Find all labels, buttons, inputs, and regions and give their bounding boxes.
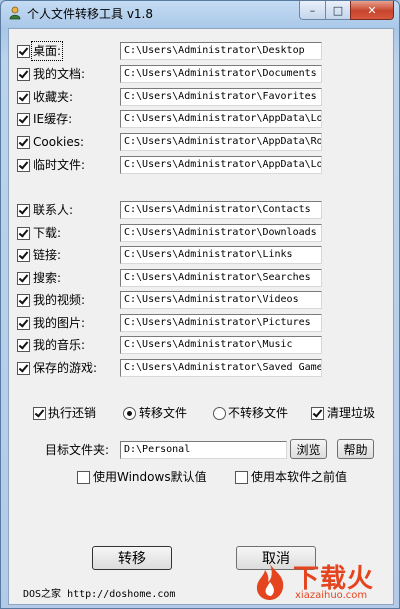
ie-cache-checkbox[interactable] [17,113,30,126]
folder-row-links: 链接: C:\Users\Administrator\Links [17,246,387,265]
window-title: 个人文件转移工具 v1.8 [27,7,154,21]
saved-games-checkbox[interactable] [17,362,30,375]
previous-values-checkbox[interactable] [235,471,248,484]
favorites-label: 收藏夹: [33,90,74,104]
temp-checkbox[interactable] [17,159,30,172]
minimize-button[interactable]: – [299,1,326,20]
desktop-path-input[interactable]: C:\Users\Administrator\Desktop [120,42,322,60]
temp-label: 临时文件: [33,158,86,172]
desktop-label: 桌面: [30,41,64,61]
videos-checkbox[interactable] [17,294,30,307]
target-folder-input[interactable]: D:\Personal [120,441,287,459]
folder-row-cookies: Cookies: C:\Users\Administrator\AppData\… [17,133,387,152]
help-button[interactable]: 帮助 [337,439,374,459]
pictures-path-input[interactable]: C:\Users\Administrator\Pictures [120,314,322,332]
contacts-label: 联系人: [33,203,74,217]
maximize-button[interactable]: □ [325,1,351,20]
watermark-logo: 下载火 xiazaihuo.com [245,558,395,606]
close-icon: ✕ [367,3,377,17]
contacts-checkbox[interactable] [17,204,30,217]
folder-row-searches: 搜索: C:\Users\Administrator\Searches [17,269,387,288]
folder-row-contacts: 联系人: C:\Users\Administrator\Contacts [17,201,387,220]
clean-checkbox[interactable] [311,407,324,420]
windows-default-checkbox[interactable] [77,471,90,484]
music-label: 我的音乐: [33,338,86,352]
folder-row-downloads: 下载: C:\Users\Administrator\Downloads [17,224,387,243]
client-area: 桌面: C:\Users\Administrator\Desktop 我的文档:… [8,28,394,605]
title-bar[interactable]: 个人文件转移工具 v1.8 – □ ✕ [1,1,399,25]
maximize-icon: □ [332,3,344,17]
folder-row-temp: 临时文件: C:\Users\Administrator\AppData\Loc… [17,156,387,175]
cookies-label: Cookies: [33,135,85,149]
folder-row-music: 我的音乐: C:\Users\Administrator\Music [17,336,387,355]
searches-path-input[interactable]: C:\Users\Administrator\Searches [120,269,322,287]
downloads-path-input[interactable]: C:\Users\Administrator\Downloads [120,224,322,242]
options-row: 执行还销 转移文件 不转移文件 清理垃圾 [33,405,383,423]
links-path-input[interactable]: C:\Users\Administrator\Links [120,246,322,264]
documents-label: 我的文档: [33,67,86,81]
clean-label: 清理垃圾 [327,406,376,420]
videos-label: 我的视频: [33,293,86,307]
documents-path-input[interactable]: C:\Users\Administrator\Documents [120,65,322,83]
cookies-path-input[interactable]: C:\Users\Administrator\AppData\Roami [120,133,322,151]
searches-checkbox[interactable] [17,272,30,285]
browse-button[interactable]: 浏览 [290,439,327,459]
previous-values-label: 使用本软件之前值 [251,470,348,484]
favorites-checkbox[interactable] [17,91,30,104]
videos-path-input[interactable]: C:\Users\Administrator\Videos [120,291,322,309]
windows-default-label: 使用Windows默认值 [93,470,207,484]
flame-icon [256,564,284,600]
no-move-radio[interactable] [213,407,226,420]
folder-row-desktop: 桌面: C:\Users\Administrator\Desktop [17,41,387,61]
temp-path-input[interactable]: C:\Users\Administrator\AppData\Local [120,156,322,174]
saved-games-label: 保存的游戏: [33,361,98,375]
music-path-input[interactable]: C:\Users\Administrator\Music [120,336,322,354]
documents-checkbox[interactable] [17,68,30,81]
undo-checkbox[interactable] [33,407,46,420]
move-button[interactable]: 转移 [92,546,172,570]
folder-row-saved-games: 保存的游戏: C:\Users\Administrator\Saved Game… [17,359,387,378]
pictures-label: 我的图片: [33,316,86,330]
move-files-radio[interactable] [123,407,136,420]
cookies-checkbox[interactable] [17,136,30,149]
target-folder-label: 目标文件夹: [45,443,110,457]
close-button[interactable]: ✕ [350,1,394,20]
folder-row-documents: 我的文档: C:\Users\Administrator\Documents [17,65,387,84]
favorites-path-input[interactable]: C:\Users\Administrator\Favorites [120,88,322,106]
app-window: 个人文件转移工具 v1.8 – □ ✕ 桌面: C:\Users\Adminis… [0,0,400,609]
pictures-checkbox[interactable] [17,317,30,330]
contacts-path-input[interactable]: C:\Users\Administrator\Contacts [120,201,322,219]
app-icon [9,6,21,20]
undo-label: 执行还销 [48,406,97,420]
downloads-checkbox[interactable] [17,227,30,240]
ie-cache-path-input[interactable]: C:\Users\Administrator\AppData\Local [120,110,322,128]
links-checkbox[interactable] [17,249,30,262]
ie-cache-label: IE缓存: [33,112,73,126]
watermark-subtext: xiazaihuo.com [295,590,368,601]
move-files-label: 转移文件 [139,406,188,420]
folder-row-ie-cache: IE缓存: C:\Users\Administrator\AppData\Loc… [17,110,387,129]
folder-row-videos: 我的视频: C:\Users\Administrator\Videos [17,291,387,310]
saved-games-path-input[interactable]: C:\Users\Administrator\Saved Games [120,359,322,377]
desktop-checkbox[interactable] [17,45,30,58]
footer-credit: DOS之家 http://doshome.com [23,589,176,600]
links-label: 链接: [33,248,62,262]
music-checkbox[interactable] [17,339,30,352]
searches-label: 搜索: [33,271,62,285]
minimize-icon: – [309,3,316,17]
downloads-label: 下载: [33,226,62,240]
no-move-label: 不转移文件 [228,406,289,420]
folder-row-favorites: 收藏夹: C:\Users\Administrator\Favorites [17,88,387,107]
folder-row-pictures: 我的图片: C:\Users\Administrator\Pictures [17,314,387,333]
